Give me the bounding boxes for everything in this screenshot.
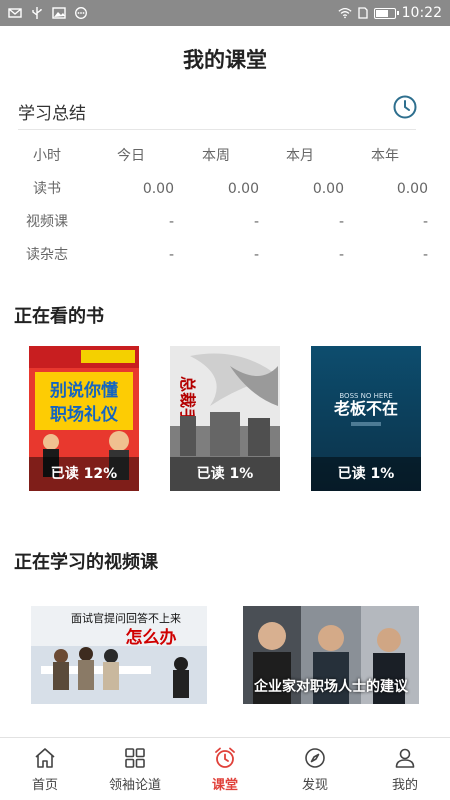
- video-main-text: 怎么办: [126, 627, 177, 648]
- column-header: 今日: [117, 148, 145, 164]
- tab-leaders[interactable]: 领袖论道: [90, 738, 180, 800]
- stat-value: -: [168, 214, 174, 230]
- tab-label: 领袖论道: [108, 777, 161, 793]
- bottom-tab-bar: 首页 领袖论道 课堂 发现 我的: [0, 737, 450, 800]
- alarm-clock-icon: [215, 747, 235, 768]
- stat-value: -: [338, 247, 344, 263]
- column-header: 本周: [202, 148, 230, 164]
- stat-value: 0.00: [227, 181, 259, 197]
- book-card[interactable]: BOSS NO HERE 老板不在 已读 1%: [311, 346, 421, 491]
- sim-icon: [357, 7, 368, 19]
- status-time: 10:22: [401, 5, 442, 21]
- summary-row-magazine: 读杂志 - - - -: [0, 239, 450, 272]
- person-icon: [395, 748, 415, 768]
- tab-profile[interactable]: 我的: [360, 738, 450, 800]
- video-thumbnail: 面试官提问回答不上来 怎么办: [31, 606, 207, 704]
- tab-label: 首页: [31, 777, 58, 793]
- tab-discover[interactable]: 发现: [270, 738, 360, 800]
- image-icon: [52, 7, 66, 19]
- tab-label: 我的: [391, 777, 418, 793]
- compass-icon: [305, 747, 325, 768]
- video-list: 面试官提问回答不上来 怎么办 企业家对职场人士的建议: [0, 606, 450, 704]
- stat-value: -: [422, 247, 428, 263]
- book-progress: 已读 1%: [311, 457, 421, 491]
- tab-label: 课堂: [211, 777, 238, 793]
- book-card[interactable]: 别说你懂 职场礼仪 已读 12%: [29, 346, 139, 491]
- video-card[interactable]: 面试官提问回答不上来 怎么办: [31, 606, 207, 704]
- stat-value: 0.00: [312, 181, 344, 197]
- summary-table: 小时 今日 本周 本月 本年 读书 0.00 0.00 0.00 0.00 视频…: [0, 140, 450, 272]
- usb-icon: [32, 7, 42, 19]
- row-label: 视频课: [26, 214, 68, 230]
- video-section-title: 正在学习的视频课: [14, 552, 158, 573]
- battery-icon: [373, 7, 399, 19]
- stat-value: -: [253, 247, 259, 263]
- tab-label: 发现: [301, 777, 328, 793]
- book-cover-title-line1: 别说你懂: [49, 380, 118, 401]
- video-caption: 企业家对职场人士的建议: [254, 679, 408, 695]
- row-label: 读书: [33, 181, 61, 197]
- clock-icon[interactable]: [392, 94, 418, 120]
- column-header: 本年: [371, 148, 399, 164]
- reading-section-title: 正在看的书: [14, 306, 104, 327]
- summary-row-video: 视频课 - - - -: [0, 206, 450, 239]
- stat-value: 0.00: [396, 181, 428, 197]
- tab-classroom[interactable]: 课堂: [180, 738, 270, 800]
- stat-value: -: [253, 214, 259, 230]
- grid-icon: [125, 747, 145, 768]
- page-title: 我的课堂: [183, 48, 267, 72]
- wifi-icon: [338, 7, 352, 19]
- stat-value: -: [338, 214, 344, 230]
- status-bar: 10:22: [0, 0, 450, 26]
- summary-header: 学习总结: [18, 94, 418, 130]
- column-header: 小时: [33, 148, 61, 164]
- summary-header-row: 小时 今日 本周 本月 本年: [0, 140, 450, 173]
- book-cover-title-line2: 职场礼仪: [50, 404, 119, 425]
- book-list: 别说你懂 职场礼仪 已读 12% 总裁手记 已读 1% BOSS NO HERE…: [0, 346, 450, 491]
- column-header: 本月: [286, 148, 314, 164]
- book-progress: 已读 1%: [170, 457, 280, 491]
- video-top-text: 面试官提问回答不上来: [71, 611, 181, 625]
- more-icon: [75, 7, 87, 19]
- notification-mail-icon: [8, 8, 22, 18]
- book-cover-title: 老板不在: [333, 399, 398, 418]
- summary-row-books: 读书 0.00 0.00 0.00 0.00: [0, 173, 450, 206]
- video-card[interactable]: 企业家对职场人士的建议: [243, 606, 419, 704]
- stat-value: -: [168, 247, 174, 263]
- summary-label: 学习总结: [18, 104, 86, 124]
- home-icon: [35, 747, 55, 768]
- tab-home[interactable]: 首页: [0, 738, 90, 800]
- book-card[interactable]: 总裁手记 已读 1%: [170, 346, 280, 491]
- stat-value: -: [422, 214, 428, 230]
- stat-value: 0.00: [142, 181, 174, 197]
- row-label: 读杂志: [26, 247, 68, 263]
- book-progress: 已读 12%: [29, 457, 139, 491]
